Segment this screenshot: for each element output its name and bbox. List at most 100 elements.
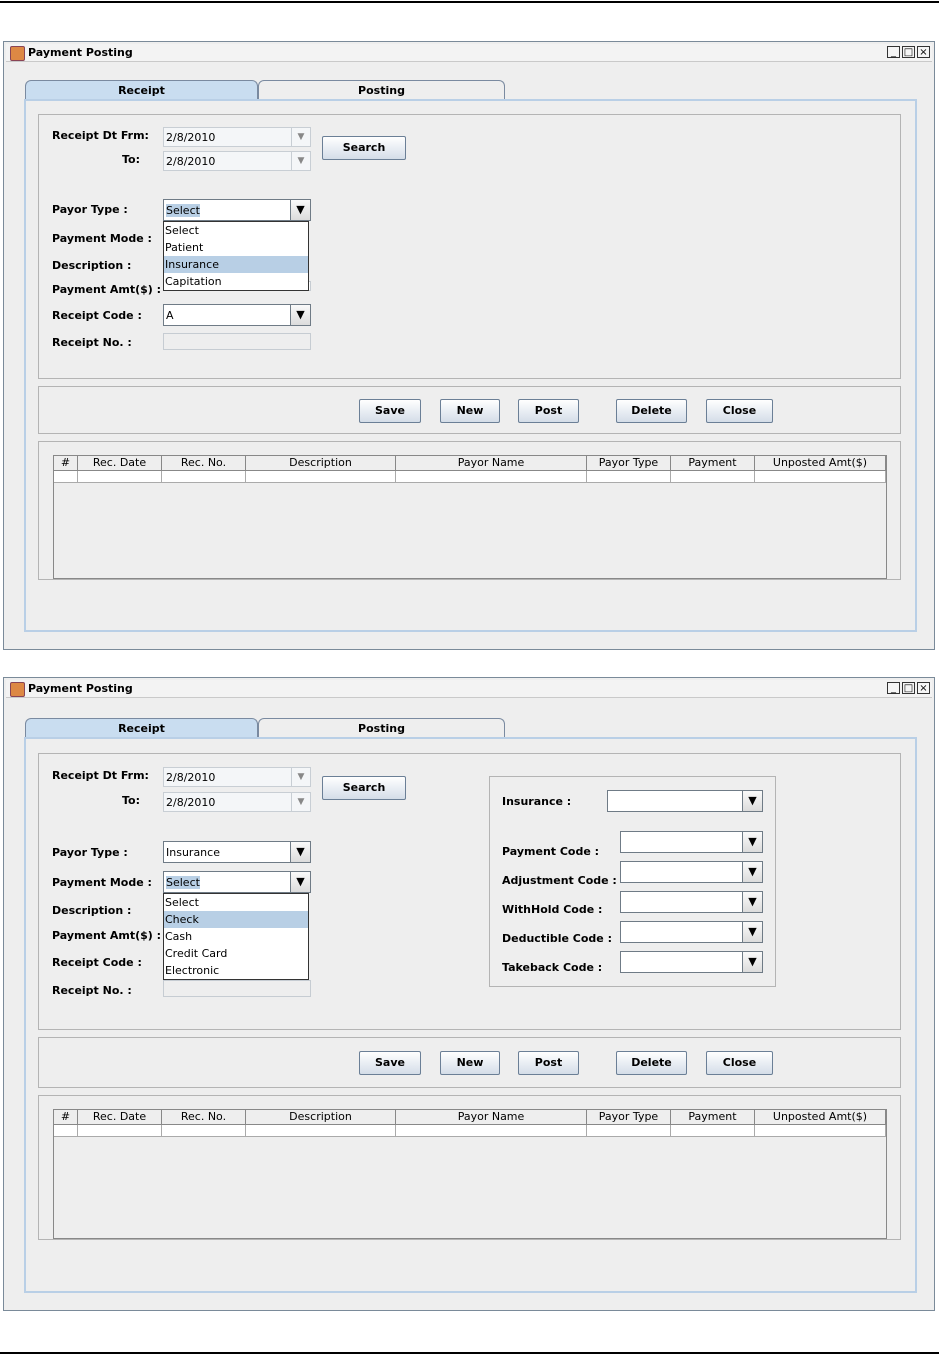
dropdown-option[interactable]: Patient (164, 239, 308, 256)
minimize-button[interactable]: _ (887, 46, 900, 58)
chevron-down-icon[interactable]: ▼ (290, 842, 310, 862)
dropdown-option[interactable]: Select (164, 894, 308, 911)
new-button[interactable]: New (440, 399, 500, 423)
column-header[interactable]: Rec. No. (162, 1110, 246, 1125)
chevron-down-icon[interactable]: ▼ (742, 922, 762, 942)
close-window-button[interactable]: × (917, 46, 930, 58)
description-label: Description : (52, 904, 132, 917)
close-window-button[interactable]: × (917, 682, 930, 694)
payment-code-select[interactable]: ▼ (620, 831, 763, 853)
adjustment-code-label: Adjustment Code : (502, 874, 617, 887)
dropdown-option-highlighted[interactable]: Check (164, 911, 308, 928)
withhold-code-label: WithHold Code : (502, 903, 603, 916)
column-header[interactable]: Payment (671, 456, 755, 471)
payment-mode-select[interactable]: Select ▼ (163, 871, 311, 893)
column-header[interactable]: Payor Type (587, 1110, 671, 1125)
insurance-label: Insurance : (502, 795, 572, 808)
dropdown-option-highlighted[interactable]: Insurance (164, 256, 308, 273)
tab-receipt[interactable]: Receipt (25, 80, 258, 100)
save-button[interactable]: Save (359, 1051, 421, 1075)
chevron-down-icon[interactable]: ▼ (742, 832, 762, 852)
chevron-down-icon[interactable]: ▼ (742, 892, 762, 912)
table-row[interactable] (54, 1125, 886, 1137)
column-header[interactable]: # (54, 1110, 78, 1125)
window-title: Payment Posting (28, 682, 133, 695)
chevron-down-icon[interactable]: ▼ (742, 791, 762, 811)
payor-type-select[interactable]: Insurance ▼ (163, 841, 311, 863)
withhold-code-select[interactable]: ▼ (620, 891, 763, 913)
column-header[interactable]: Unposted Amt($) (755, 456, 886, 471)
column-header[interactable]: Payor Name (396, 456, 587, 471)
receipt-to-date-field[interactable]: 2/8/2010 ▼ (163, 151, 311, 171)
close-button[interactable]: Close (706, 1051, 773, 1075)
receipt-form-group: Receipt Dt Frm: 2/8/2010 ▼ To: 2/8/2010 … (38, 753, 901, 1030)
close-button[interactable]: Close (706, 399, 773, 423)
dropdown-option[interactable]: Capitation (164, 273, 308, 290)
insurance-select[interactable]: ▼ (607, 790, 763, 812)
chevron-down-icon[interactable]: ▼ (290, 305, 310, 325)
chevron-down-icon[interactable]: ▼ (742, 862, 762, 882)
payor-type-select[interactable]: Select ▼ (163, 199, 311, 221)
column-header[interactable]: Rec. No. (162, 456, 246, 471)
column-header[interactable]: Description (246, 456, 396, 471)
column-header[interactable]: Payor Name (396, 1110, 587, 1125)
search-button[interactable]: Search (322, 136, 406, 160)
dropdown-option[interactable]: Cash (164, 928, 308, 945)
tab-receipt[interactable]: Receipt (25, 718, 258, 738)
chevron-down-icon[interactable]: ▼ (291, 128, 310, 146)
column-header[interactable]: Rec. Date (78, 1110, 162, 1125)
takeback-code-select[interactable]: ▼ (620, 951, 763, 973)
chevron-down-icon[interactable]: ▼ (291, 768, 310, 786)
java-cup-icon (10, 46, 25, 61)
receipt-table-group: # Rec. Date Rec. No. Description Payor N… (38, 1095, 901, 1240)
chevron-down-icon[interactable]: ▼ (291, 152, 310, 170)
column-header[interactable]: # (54, 456, 78, 471)
receipt-form-group: Receipt Dt Frm: 2/8/2010 ▼ To: 2/8/2010 … (38, 114, 901, 379)
deductible-code-label: Deductible Code : (502, 932, 612, 945)
receipt-to-date-field[interactable]: 2/8/2010 ▼ (163, 792, 311, 812)
payment-posting-window-1: Payment Posting _ □ × Receipt Posting Re… (3, 41, 935, 650)
maximize-button[interactable]: □ (902, 46, 915, 58)
dropdown-option[interactable]: Credit Card (164, 945, 308, 962)
payor-type-dropdown: Select Patient Insurance Capitation (163, 221, 309, 291)
title-bar: Payment Posting _ □ × (6, 680, 932, 698)
column-header[interactable]: Payor Type (587, 456, 671, 471)
receipt-code-select[interactable]: A ▼ (163, 304, 311, 326)
adjustment-code-select[interactable]: ▼ (620, 861, 763, 883)
dropdown-option[interactable]: Electronic (164, 962, 308, 979)
receipt-no-label: Receipt No. : (52, 336, 132, 349)
chevron-down-icon[interactable]: ▼ (291, 793, 310, 811)
search-button[interactable]: Search (322, 776, 406, 800)
minimize-button[interactable]: _ (887, 682, 900, 694)
tab-posting[interactable]: Posting (258, 80, 505, 100)
tab-posting[interactable]: Posting (258, 718, 505, 738)
post-button[interactable]: Post (518, 1051, 579, 1075)
insurance-group: Insurance : ▼ Payment Code : ▼ Adjustmen… (489, 776, 776, 987)
payor-type-label: Payor Type : (52, 203, 128, 216)
table-header: # Rec. Date Rec. No. Description Payor N… (54, 456, 886, 471)
chevron-down-icon[interactable]: ▼ (290, 872, 310, 892)
receipt-table: # Rec. Date Rec. No. Description Payor N… (53, 1109, 887, 1239)
to-label: To: (122, 794, 140, 807)
to-label: To: (122, 153, 140, 166)
chevron-down-icon[interactable]: ▼ (290, 200, 310, 220)
payment-posting-window-2: Payment Posting _ □ × Receipt Posting Re… (3, 677, 935, 1311)
column-header[interactable]: Unposted Amt($) (755, 1110, 886, 1125)
save-button[interactable]: Save (359, 399, 421, 423)
receipt-from-date-field[interactable]: 2/8/2010 ▼ (163, 767, 311, 787)
delete-button[interactable]: Delete (616, 399, 687, 423)
receipt-from-label: Receipt Dt Frm: (52, 129, 149, 142)
chevron-down-icon[interactable]: ▼ (742, 952, 762, 972)
delete-button[interactable]: Delete (616, 1051, 687, 1075)
column-header[interactable]: Rec. Date (78, 456, 162, 471)
column-header[interactable]: Payment (671, 1110, 755, 1125)
column-header[interactable]: Description (246, 1110, 396, 1125)
deductible-code-select[interactable]: ▼ (620, 921, 763, 943)
post-button[interactable]: Post (518, 399, 579, 423)
dropdown-option[interactable]: Select (164, 222, 308, 239)
new-button[interactable]: New (440, 1051, 500, 1075)
receipt-tab-panel: Receipt Dt Frm: 2/8/2010 ▼ To: 2/8/2010 … (24, 99, 917, 632)
table-row[interactable] (54, 471, 886, 483)
receipt-from-date-field[interactable]: 2/8/2010 ▼ (163, 127, 311, 147)
maximize-button[interactable]: □ (902, 682, 915, 694)
